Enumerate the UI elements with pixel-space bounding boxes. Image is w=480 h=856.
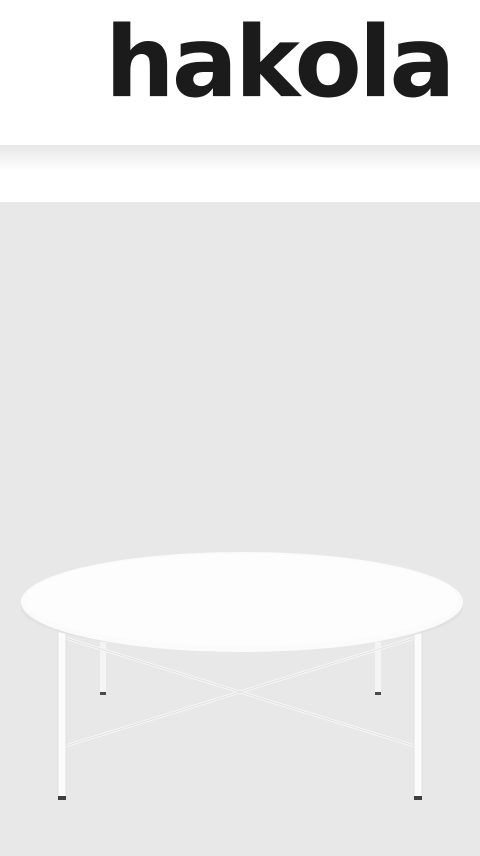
product-image [0, 202, 480, 856]
leg-foot [58, 796, 66, 800]
table-leg-front-right [413, 626, 423, 800]
spacer [0, 171, 480, 202]
table-leg-front-left [57, 626, 67, 800]
round-coffee-table-icon [21, 552, 463, 800]
table-top-highlight [26, 554, 458, 646]
site-header: hakola [0, 0, 480, 145]
header-shadow [0, 145, 480, 171]
leg-foot [375, 692, 381, 695]
leg-foot [100, 692, 106, 695]
leg-foot [414, 796, 422, 800]
brand-logo[interactable]: hakola [105, 14, 455, 112]
